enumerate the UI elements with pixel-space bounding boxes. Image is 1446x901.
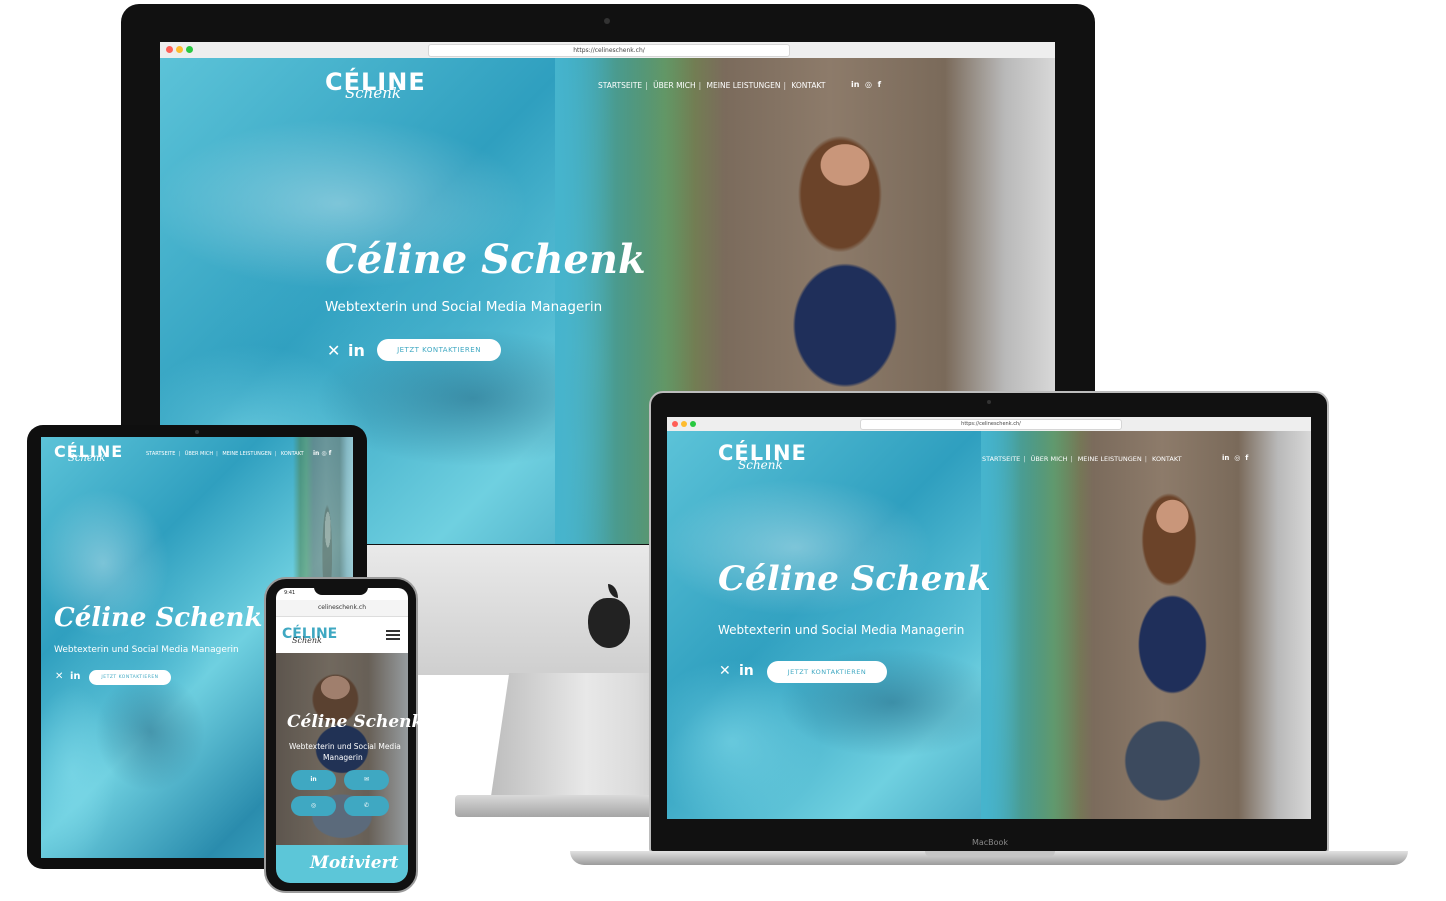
imac-nav: STARTSEITE | ÜBER MICH | MEINE LEISTUNGEN |…	[598, 81, 826, 90]
imac-hero-title: Céline Schenk	[325, 236, 646, 283]
imac-cta-button[interactable]: JETZT KONTAKTIEREN	[377, 339, 501, 361]
phone-linkedin-button[interactable]: in	[291, 770, 336, 790]
laptop-camera	[987, 400, 991, 404]
imac-address-bar[interactable]: https://celineschenk.ch/	[428, 44, 790, 57]
nav-kontakt[interactable]: KONTAKT	[281, 451, 304, 457]
imac-nav-social: in ◎ f	[851, 80, 881, 89]
laptop-hero-subtitle: Webtexterin und Social Media Managerin	[718, 623, 965, 637]
laptop-hero-title: Céline Schenk	[718, 559, 991, 599]
minimize-window-icon[interactable]	[681, 421, 687, 427]
phone-mail-button[interactable]: ✉	[344, 770, 389, 790]
facebook-icon[interactable]: f	[878, 80, 881, 89]
linkedin-icon[interactable]: in	[739, 663, 754, 679]
linkedin-icon[interactable]: in	[1222, 454, 1229, 462]
mail-icon: ✉	[363, 776, 370, 783]
tablet-nav-social: in ◎ f	[313, 450, 331, 457]
instagram-icon[interactable]: ◎	[865, 80, 872, 89]
phone-hero-title: Céline Schenk	[287, 712, 424, 732]
laptop-notch	[925, 851, 1055, 857]
facebook-icon[interactable]: f	[1245, 454, 1248, 462]
nav-meine-leistungen[interactable]: MEINE LEISTUNGEN	[1078, 455, 1142, 463]
minimize-window-icon[interactable]	[176, 46, 183, 53]
nav-startseite[interactable]: STARTSEITE	[982, 455, 1020, 463]
hamburger-menu-icon[interactable]	[386, 630, 400, 640]
nav-meine-leistungen[interactable]: MEINE LEISTUNGEN	[707, 81, 781, 90]
phone-address-bar[interactable]: celineschenk.ch	[276, 600, 408, 617]
nav-startseite[interactable]: STARTSEITE	[146, 451, 175, 457]
linkedin-icon[interactable]: in	[348, 341, 365, 360]
tablet-hero-subtitle: Webtexterin und Social Media Managerin	[54, 645, 239, 655]
phone-hero-subtitle-line2: Managerin	[323, 753, 363, 762]
nav-ueber-mich[interactable]: ÜBER MICH	[185, 451, 213, 457]
maximize-window-icon[interactable]	[186, 46, 193, 53]
phone-time: 9:41	[284, 590, 296, 596]
phone-logo-script: Schenk	[292, 636, 322, 645]
nav-ueber-mich[interactable]: ÜBER MICH	[1031, 455, 1068, 463]
laptop-nav: STARTSEITE | ÜBER MICH | MEINE LEISTUNGEN |…	[982, 455, 1182, 463]
imac-camera	[604, 18, 610, 24]
xing-icon[interactable]: ✕	[55, 671, 63, 682]
phone-instagram-button[interactable]: ◎	[291, 796, 336, 816]
linkedin-icon[interactable]: in	[851, 80, 859, 89]
instagram-icon[interactable]: ◎	[1234, 454, 1240, 462]
nav-ueber-mich[interactable]: ÜBER MICH	[653, 81, 696, 90]
maximize-window-icon[interactable]	[690, 421, 696, 427]
xing-icon[interactable]: ✕	[327, 341, 340, 360]
nav-meine-leistungen[interactable]: MEINE LEISTUNGEN	[222, 451, 271, 457]
laptop-brand-label: MacBook	[971, 838, 1009, 847]
tablet-hero-title: Céline Schenk	[54, 603, 263, 633]
laptop-address-bar[interactable]: https://celineschenk.ch/	[860, 419, 1122, 430]
laptop-photo-fade	[981, 431, 1081, 819]
instagram-icon: ◎	[310, 802, 317, 809]
phone-bottom-script: Motiviert	[310, 853, 399, 873]
apple-logo-icon	[588, 598, 630, 648]
linkedin-icon: in	[310, 776, 317, 783]
imac-logo-script: Schenk	[345, 84, 401, 102]
laptop-logo-script: Schenk	[738, 458, 783, 472]
phone-hero-subtitle-line1: Webtexterin und Social Media	[289, 742, 401, 751]
phone-notch	[314, 586, 368, 595]
xing-icon[interactable]: ✕	[719, 663, 731, 679]
linkedin-icon[interactable]: in	[313, 450, 319, 457]
linkedin-icon[interactable]: in	[70, 671, 81, 682]
nav-startseite[interactable]: STARTSEITE	[598, 81, 642, 90]
close-window-icon[interactable]	[672, 421, 678, 427]
close-window-icon[interactable]	[166, 46, 173, 53]
tablet-camera	[195, 430, 199, 434]
laptop-nav-social: in ◎ f	[1222, 454, 1248, 462]
tablet-cta-button[interactable]: JETZT KONTAKTIEREN	[89, 670, 171, 685]
laptop-cta-button[interactable]: JETZT KONTAKTIEREN	[767, 661, 887, 683]
instagram-icon[interactable]: ◎	[321, 450, 326, 457]
facebook-icon[interactable]: f	[329, 450, 332, 457]
nav-kontakt[interactable]: KONTAKT	[791, 81, 825, 90]
phone-icon: ✆	[363, 802, 370, 809]
imac-hero-subtitle: Webtexterin und Social Media Managerin	[325, 299, 603, 315]
phone-phone-button[interactable]: ✆	[344, 796, 389, 816]
nav-kontakt[interactable]: KONTAKT	[1152, 455, 1182, 463]
tablet-nav: STARTSEITE | ÜBER MICH | MEINE LEISTUNGEN |…	[146, 451, 304, 457]
tablet-logo-script: Schenk	[68, 453, 106, 464]
